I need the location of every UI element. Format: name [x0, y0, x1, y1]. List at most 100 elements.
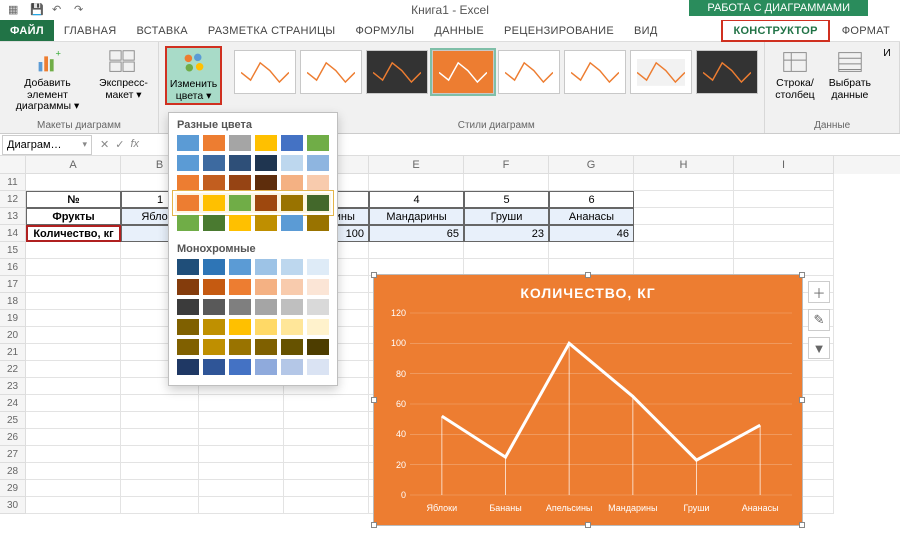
cell[interactable] — [121, 429, 199, 446]
color-swatch[interactable] — [307, 259, 329, 275]
cell[interactable] — [464, 174, 549, 191]
color-swatch[interactable] — [307, 175, 329, 191]
resize-handle[interactable] — [799, 397, 805, 403]
color-swatch[interactable] — [307, 155, 329, 171]
switch-row-col-button[interactable]: Строка/столбец — [771, 46, 818, 103]
col-H[interactable]: H — [634, 156, 734, 174]
color-swatch[interactable] — [307, 135, 329, 151]
cell[interactable] — [734, 208, 834, 225]
chart-style-1[interactable] — [234, 50, 296, 94]
color-row[interactable] — [177, 279, 329, 295]
color-swatch[interactable] — [203, 175, 225, 191]
row-header[interactable]: 11 — [0, 174, 26, 191]
style-gallery[interactable] — [234, 46, 758, 94]
cell[interactable] — [121, 480, 199, 497]
row-header[interactable]: 30 — [0, 497, 26, 514]
color-swatch[interactable] — [255, 175, 277, 191]
tab-home[interactable]: ГЛАВНАЯ — [54, 20, 127, 41]
color-swatch[interactable] — [177, 215, 199, 231]
color-swatch[interactable] — [307, 195, 329, 211]
color-swatch[interactable] — [281, 359, 303, 375]
cell[interactable] — [284, 497, 369, 514]
enter-icon[interactable]: ✓ — [115, 138, 124, 151]
quick-layout-button[interactable]: Экспресс-макет ▾ — [95, 46, 152, 103]
cell[interactable]: Фрукты — [26, 208, 121, 225]
resize-handle[interactable] — [799, 522, 805, 528]
color-swatch[interactable] — [177, 155, 199, 171]
color-swatch[interactable] — [203, 155, 225, 171]
tab-insert[interactable]: ВСТАВКА — [126, 20, 197, 41]
row-header[interactable]: 27 — [0, 446, 26, 463]
color-swatch[interactable] — [177, 135, 199, 151]
cell[interactable] — [634, 242, 734, 259]
color-row[interactable] — [177, 299, 329, 315]
resize-handle[interactable] — [371, 397, 377, 403]
color-swatch[interactable] — [281, 195, 303, 211]
cell[interactable] — [284, 463, 369, 480]
cell[interactable]: 5 — [464, 191, 549, 208]
cell[interactable] — [199, 395, 284, 412]
color-swatch[interactable] — [177, 299, 199, 315]
color-swatch[interactable] — [177, 175, 199, 191]
color-swatch[interactable] — [177, 319, 199, 335]
col-I[interactable]: I — [734, 156, 834, 174]
cell[interactable] — [734, 191, 834, 208]
color-swatch[interactable] — [255, 135, 277, 151]
cell[interactable] — [26, 259, 121, 276]
chart-style-8[interactable] — [696, 50, 758, 94]
chart-styles-button[interactable]: ✎ — [808, 309, 830, 331]
chart-title[interactable]: КОЛИЧЕСТВО, КГ — [374, 275, 802, 305]
chart-elements-button[interactable]: ＋ — [808, 281, 830, 303]
cell[interactable] — [121, 463, 199, 480]
color-swatch[interactable] — [281, 175, 303, 191]
color-swatch[interactable] — [281, 259, 303, 275]
color-swatch[interactable] — [203, 215, 225, 231]
cell[interactable] — [199, 497, 284, 514]
color-swatch[interactable] — [203, 259, 225, 275]
color-swatch[interactable] — [229, 359, 251, 375]
cell[interactable] — [26, 293, 121, 310]
color-swatch[interactable] — [255, 195, 277, 211]
cell[interactable] — [369, 242, 464, 259]
cell[interactable]: Груши — [464, 208, 549, 225]
cell[interactable] — [734, 174, 834, 191]
row-header[interactable]: 24 — [0, 395, 26, 412]
cell[interactable]: 4 — [369, 191, 464, 208]
color-swatch[interactable] — [229, 215, 251, 231]
color-swatch[interactable] — [177, 359, 199, 375]
cancel-icon[interactable]: ✕ — [100, 138, 109, 151]
row-header[interactable]: 13 — [0, 208, 26, 225]
color-swatch[interactable] — [177, 195, 199, 211]
color-row[interactable] — [177, 359, 329, 375]
color-row[interactable] — [177, 135, 329, 151]
color-swatch[interactable] — [281, 215, 303, 231]
row-header[interactable]: 19 — [0, 310, 26, 327]
chart-style-3[interactable] — [366, 50, 428, 94]
color-swatch[interactable] — [203, 135, 225, 151]
tab-review[interactable]: РЕЦЕНЗИРОВАНИЕ — [494, 20, 624, 41]
color-swatch[interactable] — [307, 299, 329, 315]
color-swatch[interactable] — [229, 279, 251, 295]
color-swatch[interactable] — [229, 299, 251, 315]
undo-icon[interactable]: ↶ — [52, 3, 66, 17]
color-row[interactable] — [177, 339, 329, 355]
cell[interactable] — [26, 480, 121, 497]
cell[interactable] — [734, 242, 834, 259]
cell[interactable] — [284, 412, 369, 429]
tab-formulas[interactable]: ФОРМУЛЫ — [345, 20, 424, 41]
cell[interactable] — [634, 208, 734, 225]
col-A[interactable]: A — [26, 156, 121, 174]
resize-handle[interactable] — [799, 272, 805, 278]
cell[interactable] — [464, 242, 549, 259]
tab-view[interactable]: ВИД — [624, 20, 668, 41]
cell[interactable]: № — [26, 191, 121, 208]
cell[interactable] — [121, 412, 199, 429]
cell[interactable] — [26, 174, 121, 191]
cell[interactable]: 65 — [369, 225, 464, 242]
color-swatch[interactable] — [255, 155, 277, 171]
cell[interactable]: 23 — [464, 225, 549, 242]
color-swatch[interactable] — [255, 299, 277, 315]
col-F[interactable]: F — [464, 156, 549, 174]
color-row[interactable] — [177, 319, 329, 335]
cell[interactable] — [549, 242, 634, 259]
